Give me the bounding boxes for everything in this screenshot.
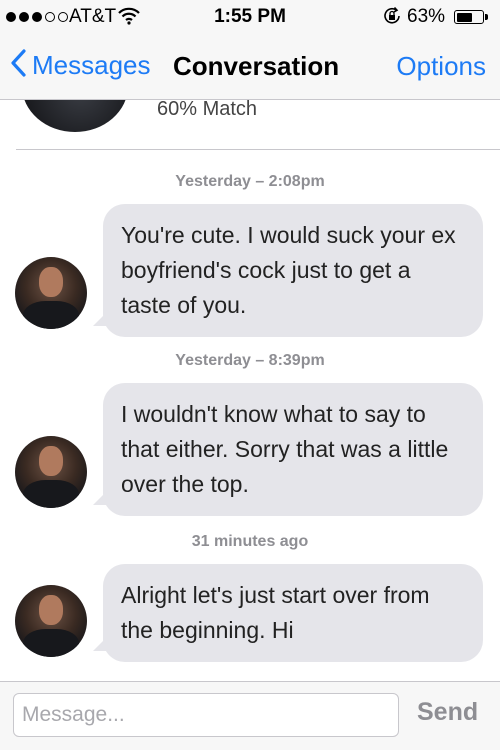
message-bubble: You're cute. I would suck your ex boyfri… <box>103 204 483 337</box>
message-input[interactable] <box>13 693 399 737</box>
send-button[interactable]: Send <box>417 698 478 727</box>
battery-icon <box>454 10 484 24</box>
navigation-bar: Messages Conversation Options <box>0 34 500 100</box>
bubble-tail <box>93 637 107 651</box>
back-chevron-icon <box>10 49 26 84</box>
back-button[interactable]: Messages <box>10 47 151 84</box>
sender-avatar[interactable] <box>15 585 87 657</box>
bubble-tail <box>93 312 107 326</box>
message-timestamp: Yesterday – 2:08pm <box>175 173 325 190</box>
rotation-lock-icon <box>382 6 402 32</box>
message-timestamp: 31 minutes ago <box>191 533 309 550</box>
page-title: Conversation <box>173 51 340 81</box>
battery-percent: 63% <box>407 6 446 27</box>
message-bubble: Alright let's just start over from the b… <box>103 564 483 662</box>
battery-tip <box>485 14 488 20</box>
message-timestamp: Yesterday – 8:39pm <box>175 352 325 369</box>
match-percentage: 60% Match <box>157 98 258 120</box>
back-label: Messages <box>32 50 151 80</box>
bubble-tail <box>93 491 107 505</box>
sender-avatar[interactable] <box>15 436 87 508</box>
sender-avatar[interactable] <box>15 257 87 329</box>
status-bar: AT&T 1:55 PM 63% <box>0 0 500 34</box>
battery-fill <box>456 12 472 22</box>
message-input-bar: Send <box>0 681 500 750</box>
message-bubble: I wouldn't know what to say to that eith… <box>103 383 483 516</box>
options-button[interactable]: Options <box>396 51 486 82</box>
divider <box>16 149 500 150</box>
